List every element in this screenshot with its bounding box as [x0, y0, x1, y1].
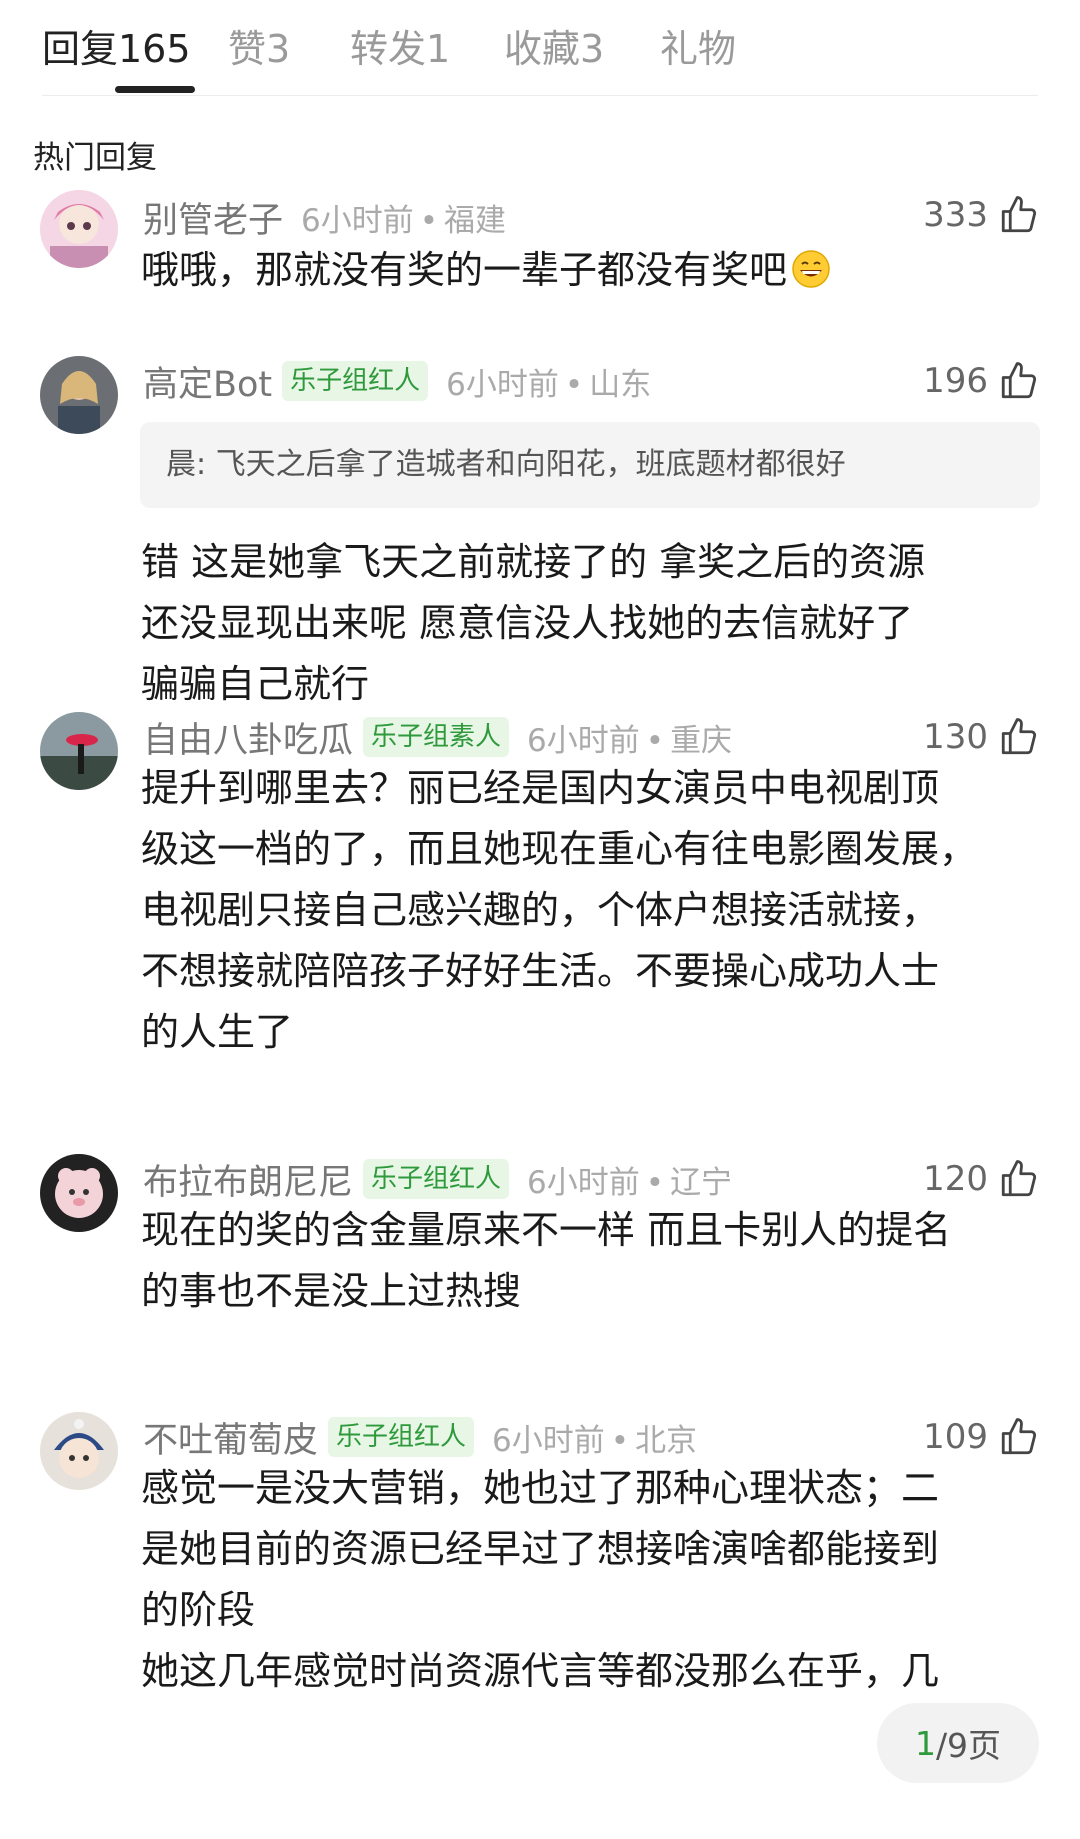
comment-header: 别管老子 6小时前 • 福建 [143, 192, 506, 242]
like-button[interactable]: 109 [923, 1412, 1040, 1462]
avatar[interactable] [40, 712, 118, 790]
comment-text: 提升到哪里去？丽已经是国内女演员中电视剧顶 级这一档的了，而且她现在重心有往电影… [141, 766, 978, 1054]
username[interactable]: 别管老子 [143, 192, 283, 243]
comment-text-content: 哦哦，那就没有奖的一辈子都没有奖吧 [141, 248, 788, 292]
comment-location: 辽宁 [670, 1164, 733, 1201]
like-button[interactable]: 333 [923, 190, 1040, 240]
like-count: 109 [923, 1417, 988, 1457]
avatar[interactable] [40, 1154, 118, 1232]
grinning-emoji-icon [792, 250, 830, 288]
comment-meta: 6小时前 • 福建 [301, 202, 507, 239]
like-button[interactable]: 120 [923, 1154, 1040, 1204]
user-badge[interactable]: 乐子组素人 [363, 717, 510, 757]
like-count: 196 [923, 361, 988, 401]
avatar[interactable] [40, 1412, 118, 1490]
comment-location: 福建 [444, 202, 507, 239]
thumbs-up-icon [1001, 718, 1037, 755]
comment-meta: 6小时前 • 北京 [492, 1422, 698, 1459]
like-button[interactable]: 196 [923, 356, 1040, 406]
thumbs-up-icon [1001, 196, 1037, 233]
tab-reposts[interactable]: 转发1 [350, 18, 450, 73]
username[interactable]: 自由八卦吃瓜 [143, 712, 353, 763]
comment-time: 6小时前 [527, 1164, 640, 1201]
username[interactable]: 高定Bot [143, 356, 272, 407]
tab-gifts[interactable]: 礼物 [660, 18, 736, 73]
like-count: 333 [923, 195, 988, 235]
page-indicator[interactable]: 1/9页 [877, 1703, 1039, 1783]
comment-time: 6小时前 [301, 202, 414, 239]
like-count: 120 [923, 1159, 988, 1199]
comment-header: 高定Bot 乐子组红人 6小时前 • 山东 [143, 356, 651, 406]
comment-time: 6小时前 [492, 1422, 605, 1459]
like-button[interactable]: 130 [923, 712, 1040, 762]
comment-meta: 6小时前 • 辽宁 [527, 1164, 733, 1201]
comment-location: 山东 [589, 366, 652, 403]
comment-text: 现在的奖的含金量原来不一样 而且卡别人的提名 的事也不是没上过热搜 [141, 1208, 952, 1313]
thumbs-up-icon [1001, 362, 1037, 399]
tab-bar: 回复165 赞3 转发1 收藏3 礼物 [42, 0, 1038, 96]
like-count: 130 [923, 717, 988, 757]
comment-time: 6小时前 [527, 722, 640, 759]
username[interactable]: 不吐葡萄皮 [143, 1412, 318, 1463]
username[interactable]: 布拉布朗尼尼 [143, 1154, 353, 1205]
comment-time: 6小时前 [446, 366, 559, 403]
active-tab-indicator [115, 86, 195, 93]
comment-meta: 6小时前 • 重庆 [527, 722, 733, 759]
tab-likes[interactable]: 赞3 [228, 18, 290, 73]
avatar[interactable] [40, 356, 118, 434]
comment-meta: 6小时前 • 山东 [446, 366, 652, 403]
total-pages: /9页 [935, 1726, 1002, 1765]
comment-text: 哦哦，那就没有奖的一辈子都没有奖吧 [141, 240, 1041, 301]
section-title: 热门回复 [33, 140, 157, 176]
comment-location: 重庆 [670, 722, 733, 759]
tab-replies[interactable]: 回复165 [42, 18, 191, 73]
user-badge[interactable]: 乐子组红人 [328, 1417, 475, 1457]
quoted-reply[interactable]: 晨: 飞天之后拿了造城者和向阳花，班底题材都很好 [140, 422, 1040, 508]
user-badge[interactable]: 乐子组红人 [282, 361, 429, 401]
comments-page: 回复165 赞3 转发1 收藏3 礼物 热门回复 别管老子 6小时前 • 福建 33… [0, 0, 1080, 1839]
avatar[interactable] [40, 190, 118, 268]
comment-header: 自由八卦吃瓜 乐子组素人 6小时前 • 重庆 [143, 712, 732, 762]
comment-header: 不吐葡萄皮 乐子组红人 6小时前 • 北京 [143, 1412, 697, 1462]
tab-favorites[interactable]: 收藏3 [504, 18, 604, 73]
current-page: 1 [914, 1723, 936, 1763]
comment-text: 错 这是她拿飞天之前就接了的 拿奖之后的资源 还没显现出来呢 愿意信没人找她的去… [141, 540, 926, 706]
user-badge[interactable]: 乐子组红人 [363, 1159, 510, 1199]
thumbs-up-icon [1001, 1160, 1037, 1197]
comment-header: 布拉布朗尼尼 乐子组红人 6小时前 • 辽宁 [143, 1154, 732, 1204]
comment-location: 北京 [635, 1422, 698, 1459]
thumbs-up-icon [1001, 1418, 1037, 1455]
comment-text: 感觉一是没大营销，她也过了那种心理状态；二 是她目前的资源已经早过了想接啥演啥都… [141, 1466, 940, 1693]
